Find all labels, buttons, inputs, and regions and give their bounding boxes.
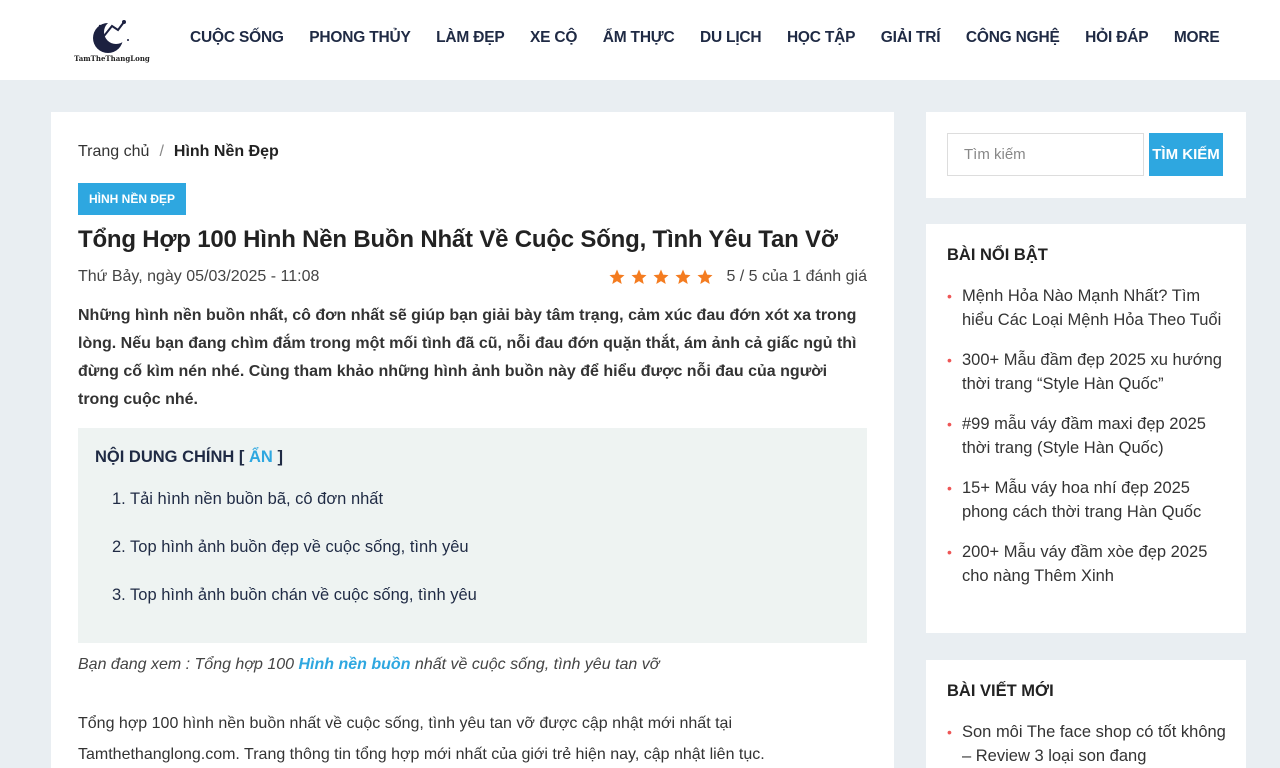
list-item[interactable]: • #99 mẫu váy đầm maxi đẹp 2025 thời tran… <box>947 412 1232 460</box>
toc-item[interactable]: 2. Top hình ảnh buồn đẹp về cuộc sống, t… <box>112 538 477 586</box>
latest-posts-widget: BÀI VIẾT MỚI • Son môi The face shop có t… <box>926 660 1246 768</box>
nav-item-lam-dep[interactable]: LÀM ĐẸP <box>436 29 505 47</box>
toc-item[interactable]: 3. Top hình ảnh buồn chán về cuộc sống, … <box>112 586 477 634</box>
main-nav: CUỘC SỐNG PHONG THỦY LÀM ĐẸP XE CỘ ẨM TH… <box>190 29 1245 47</box>
list-item[interactable]: • 200+ Mẫu váy đầm xòe đẹp 2025 cho nàng … <box>947 540 1232 588</box>
star-icon[interactable] <box>652 268 670 286</box>
bullet-icon: • <box>947 544 952 560</box>
article-panel: Trang chủ / Hình Nền Đẹp HÌNH NỀN ĐẸP Tổng… <box>51 112 894 768</box>
star-icon[interactable] <box>608 268 626 286</box>
nav-item-cuoc-song[interactable]: CUỘC SỐNG <box>190 29 284 47</box>
breadcrumb: Trang chủ / Hình Nền Đẹp <box>78 143 279 161</box>
sidebar-search: TÌM KIẾM <box>926 112 1246 198</box>
article-date: Thứ Bảy, ngày 05/03/2025 - 11:08 <box>78 268 320 285</box>
nav-item-xe-co[interactable]: XE CỘ <box>530 29 577 47</box>
article-body: Tổng hợp 100 hình nền buồn nhất về cuộc … <box>78 715 765 763</box>
toc-list: 1. Tải hình nền buồn bã, cô đơn nhất 2. … <box>112 490 477 634</box>
toc-title: NỘI DUNG CHÍNH [ ẨN ] <box>95 448 283 466</box>
category-badge[interactable]: HÌNH NỀN ĐẸP <box>78 183 186 215</box>
nav-item-am-thuc[interactable]: ẨM THỰC <box>603 29 675 47</box>
bullet-icon: • <box>947 352 952 368</box>
toc-toggle-link[interactable]: ẨN <box>249 448 273 466</box>
table-of-contents: NỘI DUNG CHÍNH [ ẨN ] 1. Tải hình nền bu… <box>78 428 867 643</box>
rating-text: 5 / 5 của 1 đánh giá <box>726 268 867 285</box>
breadcrumb-separator: / <box>159 143 164 160</box>
article-intro: Những hình nền buồn nhất, cô đơn nhất sẽ… <box>78 307 857 408</box>
nav-item-giai-tri[interactable]: GIẢI TRÍ <box>881 29 941 47</box>
site-logo[interactable]: TamTheThangLong <box>74 16 150 66</box>
widget-title: BÀI NỔI BẬT <box>947 246 1048 264</box>
nav-item-hoc-tap[interactable]: HỌC TẬP <box>787 29 856 47</box>
toc-item[interactable]: 1. Tải hình nền buồn bã, cô đơn nhất <box>112 490 477 538</box>
featured-posts-widget: BÀI NỔI BẬT • Mệnh Hỏa Nào Mạnh Nhất? Tìm… <box>926 224 1246 633</box>
viewing-note: Bạn đang xem : Tổng hợp 100 Hình nền buồ… <box>78 656 660 673</box>
article-rating: 5 / 5 của 1 đánh giá <box>608 268 867 286</box>
bullet-icon: • <box>947 724 952 740</box>
bullet-icon: • <box>947 288 952 304</box>
logo-moon-icon <box>93 20 129 53</box>
featured-list: • Mệnh Hỏa Nào Mạnh Nhất? Tìm hiểu Các Lo… <box>947 284 1232 604</box>
nav-item-du-lich[interactable]: DU LỊCH <box>700 29 762 47</box>
list-item[interactable]: • Mệnh Hỏa Nào Mạnh Nhất? Tìm hiểu Các Lo… <box>947 284 1232 332</box>
article-title: Tổng Hợp 100 Hình Nền Buồn Nhất Về Cuộc … <box>78 226 838 253</box>
nav-item-cong-nghe[interactable]: CÔNG NGHỆ <box>966 29 1060 47</box>
star-icon[interactable] <box>630 268 648 286</box>
list-item[interactable]: • 300+ Mẫu đầm đẹp 2025 xu hướng thời tra… <box>947 348 1232 396</box>
star-icon[interactable] <box>674 268 692 286</box>
bullet-icon: • <box>947 480 952 496</box>
search-input[interactable] <box>947 133 1144 176</box>
logo-text: TamTheThangLong <box>74 54 150 63</box>
viewing-link[interactable]: Hình nền buồn <box>298 656 410 673</box>
rating-stars[interactable] <box>608 268 714 286</box>
search-button[interactable]: TÌM KIẾM <box>1149 133 1223 176</box>
breadcrumb-home[interactable]: Trang chủ <box>78 143 149 160</box>
list-item[interactable]: • 15+ Mẫu váy hoa nhí đẹp 2025 phong cách… <box>947 476 1232 524</box>
nav-item-more[interactable]: MORE <box>1174 29 1220 47</box>
bullet-icon: • <box>947 416 952 432</box>
site-header: TamTheThangLong CUỘC SỐNG PHONG THỦY LÀM… <box>0 0 1280 80</box>
nav-item-phong-thuy[interactable]: PHONG THỦY <box>309 29 411 47</box>
list-item[interactable]: • Son môi The face shop có tốt không – Re… <box>947 720 1232 768</box>
star-icon[interactable] <box>696 268 714 286</box>
widget-title: BÀI VIẾT MỚI <box>947 682 1054 700</box>
latest-list: • Son môi The face shop có tốt không – Re… <box>947 720 1232 768</box>
breadcrumb-current[interactable]: Hình Nền Đẹp <box>174 143 279 160</box>
nav-item-hoi-dap[interactable]: HỎI ĐÁP <box>1085 29 1148 47</box>
